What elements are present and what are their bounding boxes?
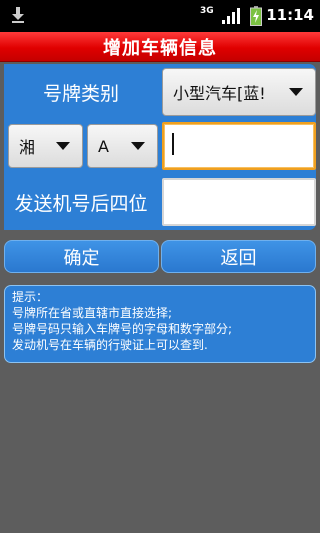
download-icon bbox=[12, 7, 24, 23]
network-type: 3G bbox=[200, 6, 214, 16]
chevron-down-icon bbox=[131, 142, 145, 150]
hint-line: 号牌号码只输入车牌号的字母和数字部分; bbox=[12, 322, 233, 336]
confirm-button[interactable]: 确定 bbox=[4, 240, 159, 273]
back-button[interactable]: 返回 bbox=[161, 240, 316, 273]
province-dropdown[interactable]: 湘 bbox=[8, 124, 83, 168]
hint-line: 发动机号在车辆的行驶证上可以查到. bbox=[12, 338, 208, 352]
signal-icon bbox=[222, 8, 240, 24]
status-bar: 3G 11:14 bbox=[0, 0, 320, 32]
app-screen: 3G 11:14 增加车辆信息 号牌类别 小型汽车[蓝! 湘 A 发送机号后四位… bbox=[0, 0, 320, 533]
plate-type-label: 号牌类别 bbox=[4, 64, 158, 120]
hint-box: 提示： 号牌所在省或直辖市直接选择; 号牌号码只输入车牌号的字母和数字部分; 发… bbox=[4, 285, 316, 363]
engine-number-label: 发送机号后四位 bbox=[4, 174, 158, 230]
plate-type-dropdown[interactable]: 小型汽车[蓝! bbox=[162, 68, 316, 116]
battery-icon bbox=[250, 6, 262, 26]
vehicle-form: 号牌类别 小型汽车[蓝! 湘 A 发送机号后四位 bbox=[4, 64, 316, 230]
hint-heading: 提示： bbox=[12, 290, 49, 304]
text-cursor bbox=[172, 133, 174, 155]
plate-type-value: 小型汽车[蓝! bbox=[173, 84, 266, 103]
chevron-down-icon bbox=[289, 88, 303, 96]
city-letter-value: A bbox=[98, 136, 109, 156]
chevron-down-icon bbox=[56, 142, 70, 150]
engine-number-input[interactable] bbox=[162, 178, 316, 226]
hint-line: 号牌所在省或直辖市直接选择; bbox=[12, 306, 173, 320]
clock: 11:14 bbox=[266, 6, 314, 24]
plate-number-input[interactable] bbox=[162, 122, 316, 170]
city-letter-dropdown[interactable]: A bbox=[87, 124, 158, 168]
page-title: 增加车辆信息 bbox=[103, 37, 217, 59]
title-bar: 增加车辆信息 bbox=[0, 32, 320, 62]
province-value: 湘 bbox=[19, 138, 36, 157]
